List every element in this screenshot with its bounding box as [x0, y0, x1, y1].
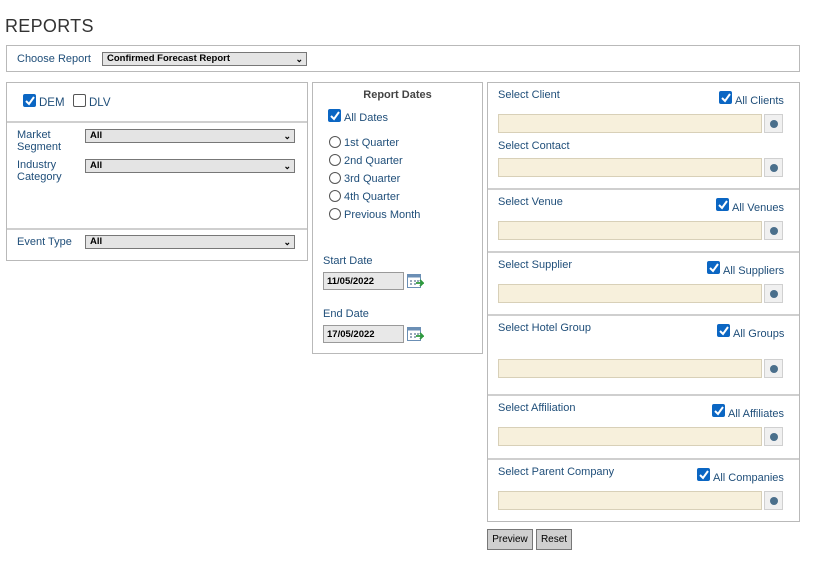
select-supplier-label: Select Supplier — [498, 259, 572, 271]
check-icon — [330, 111, 340, 121]
select-hotel-group-label: Select Hotel Group — [498, 322, 591, 334]
globe-icon[interactable] — [764, 221, 783, 240]
divider — [488, 394, 799, 396]
end-date-label: End Date — [323, 308, 369, 320]
industry-category-select[interactable]: All ⌄ — [85, 159, 295, 173]
radio-1st-quarter[interactable] — [329, 136, 341, 148]
radio-3rd-quarter[interactable] — [329, 172, 341, 184]
check-icon — [25, 96, 35, 106]
affiliation-field[interactable] — [498, 427, 762, 446]
all-suppliers-checkbox[interactable] — [707, 261, 720, 274]
chevron-down-icon: ⌄ — [283, 131, 291, 141]
check-icon — [709, 263, 719, 273]
supplier-field[interactable] — [498, 284, 762, 303]
market-segment-select[interactable]: All ⌄ — [85, 129, 295, 143]
check-icon — [714, 406, 724, 416]
dem-checkbox[interactable] — [23, 94, 36, 107]
choose-report-bar: Choose Report Confirmed Forecast Report ⌄ — [6, 45, 800, 72]
globe-icon[interactable] — [764, 359, 783, 378]
start-date-input[interactable]: 11/05/2022 — [323, 272, 404, 290]
all-venues-label: All Venues — [732, 202, 784, 214]
report-dates-title: Report Dates — [363, 89, 432, 101]
select-parent-company-label: Select Parent Company — [498, 466, 615, 478]
check-icon — [721, 93, 731, 103]
globe-icon[interactable] — [764, 491, 783, 510]
chevron-down-icon: ⌄ — [295, 54, 303, 64]
client-field[interactable] — [498, 114, 762, 133]
report-dates-panel: Report Dates All Dates 1st Quarter 2nd Q… — [312, 82, 483, 354]
all-affiliates-checkbox[interactable] — [712, 404, 725, 417]
radio-4th-quarter[interactable] — [329, 190, 341, 202]
globe-icon[interactable] — [764, 284, 783, 303]
all-affiliates-label: All Affiliates — [728, 408, 785, 420]
event-type-label: Event Type — [17, 236, 72, 248]
radio-label: 3rd Quarter — [344, 173, 401, 185]
all-clients-label: All Clients — [735, 95, 784, 107]
parent-company-field[interactable] — [498, 491, 762, 510]
chevron-down-icon: ⌄ — [283, 237, 291, 247]
selectors-panel: Select Client All Clients Select Contact… — [487, 82, 800, 522]
select-affiliation-label: Select Affiliation — [498, 402, 576, 414]
chevron-down-icon: ⌄ — [283, 161, 291, 171]
dlv-checkbox[interactable] — [73, 94, 86, 107]
radio-label: 2nd Quarter — [344, 155, 403, 167]
calendar-icon[interactable] — [407, 327, 424, 342]
select-client-label: Select Client — [498, 89, 560, 101]
radio-label: Previous Month — [344, 209, 421, 221]
industry-category-label-1: Industry — [17, 159, 57, 171]
choose-report-label: Choose Report — [17, 53, 91, 65]
hotel-group-field[interactable] — [498, 359, 762, 378]
globe-icon[interactable] — [764, 427, 783, 446]
all-dates-label: All Dates — [344, 112, 389, 124]
radio-label: 4th Quarter — [344, 191, 400, 203]
select-contact-label: Select Contact — [498, 140, 570, 152]
all-companies-label: All Companies — [713, 472, 784, 484]
radio-label: 1st Quarter — [344, 137, 400, 149]
all-dates-checkbox[interactable] — [328, 109, 341, 122]
all-venues-checkbox[interactable] — [716, 198, 729, 211]
industry-category-label-2: Category — [17, 171, 62, 183]
all-groups-label: All Groups — [733, 328, 785, 340]
dlv-label: DLV — [89, 97, 111, 109]
contact-field[interactable] — [498, 158, 762, 177]
report-select[interactable]: Confirmed Forecast Report ⌄ — [102, 52, 307, 66]
preview-button[interactable]: Preview — [487, 529, 533, 550]
divider — [488, 251, 799, 253]
radio-previous-month[interactable] — [329, 208, 341, 220]
check-icon — [699, 470, 709, 480]
globe-icon[interactable] — [764, 114, 783, 133]
divider — [7, 121, 307, 123]
start-date-label: Start Date — [323, 255, 373, 267]
event-type-select[interactable]: All ⌄ — [85, 235, 295, 249]
divider — [488, 188, 799, 190]
all-clients-checkbox[interactable] — [719, 91, 732, 104]
page-title: REPORTS — [5, 16, 94, 36]
divider — [488, 314, 799, 316]
all-companies-checkbox[interactable] — [697, 468, 710, 481]
check-icon — [719, 326, 729, 336]
check-icon — [718, 200, 728, 210]
globe-icon[interactable] — [764, 158, 783, 177]
all-groups-checkbox[interactable] — [717, 324, 730, 337]
calendar-icon[interactable] — [407, 274, 424, 289]
market-segment-label-2: Segment — [17, 141, 62, 153]
dem-label: DEM — [39, 97, 65, 109]
divider — [7, 228, 307, 230]
all-suppliers-label: All Suppliers — [723, 265, 785, 277]
divider — [488, 458, 799, 460]
reset-button[interactable]: Reset — [536, 529, 572, 550]
market-segment-label-1: Market — [17, 129, 51, 141]
radio-2nd-quarter[interactable] — [329, 154, 341, 166]
venue-field[interactable] — [498, 221, 762, 240]
end-date-input[interactable]: 17/05/2022 — [323, 325, 404, 343]
filters-panel: DEM DLV Market Segment All ⌄ Industry Cat… — [6, 82, 308, 261]
select-venue-label: Select Venue — [498, 196, 563, 208]
